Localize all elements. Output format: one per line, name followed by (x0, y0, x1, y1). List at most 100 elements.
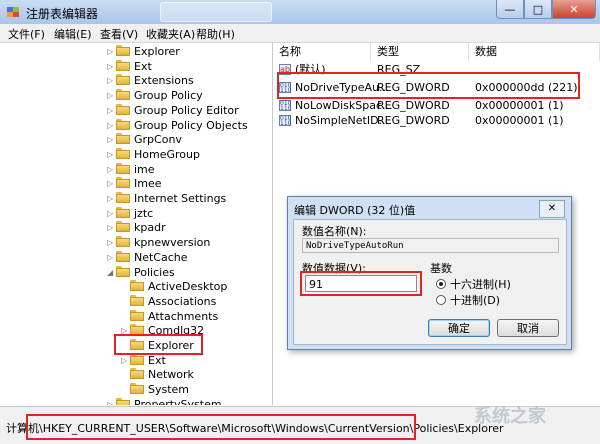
folder-icon (130, 324, 144, 336)
folder-icon (130, 339, 144, 350)
tree-item-label: GrpConv (134, 133, 182, 147)
tree-item-label: kpnewversion (134, 236, 211, 250)
tree-item[interactable]: System (121, 382, 189, 397)
tree-item-label: ActiveDesktop (148, 280, 228, 294)
dialog-body: 数值名称(N): NoDriveTypeAutoRun 数值数据(V): 91 … (293, 219, 567, 345)
tree-expander-icon[interactable]: ▷ (107, 44, 116, 59)
tree-item[interactable]: Associations (121, 294, 216, 309)
tree-item[interactable]: ▷ Internet Settings (107, 191, 226, 206)
folder-icon (130, 294, 144, 306)
tree-item[interactable]: ▷ kpnewversion (107, 235, 210, 250)
tree-item[interactable]: ▷ Ext (121, 353, 166, 368)
tree-item[interactable]: ▷ Comdlg32 (121, 323, 204, 338)
registry-tree[interactable]: ▷ Explorer ▷ Ext ▷ Extensions ▷ Group Policy ▷ Gr… (0, 43, 273, 405)
tree-expander-icon[interactable]: ▷ (107, 118, 116, 133)
value-data-label: 数值数据(V): (302, 262, 366, 275)
menu-favorites[interactable]: 收藏夹(A) (146, 26, 195, 42)
ok-button[interactable]: 确定 (428, 319, 490, 337)
tree-expander-icon[interactable]: ▷ (107, 73, 116, 88)
dialog-close-button[interactable]: ✕ (539, 200, 565, 218)
tree-expander-icon[interactable]: ▷ (107, 206, 116, 221)
menu-help[interactable]: 帮助(H) (196, 26, 235, 42)
tree-item[interactable]: Network (121, 367, 194, 382)
column-data[interactable]: 数据 (469, 43, 600, 61)
tree-item[interactable]: ▷ GrpConv (107, 132, 182, 147)
tree-item[interactable]: ▷ PropertySystem (107, 397, 222, 405)
title-bar: 注册表编辑器 — □ ✕ (0, 0, 600, 25)
value-name-field: NoDriveTypeAutoRun (302, 238, 559, 253)
tree-item[interactable]: ▷ Group Policy Objects (107, 118, 248, 133)
tree-item[interactable]: ▷ HomeGroup (107, 147, 200, 162)
tree-expander-icon[interactable]: ◢ (107, 265, 116, 280)
maximize-button[interactable]: □ (524, 0, 552, 19)
tree-expander-icon[interactable]: ▷ (107, 397, 116, 405)
folder-icon (116, 45, 130, 56)
cancel-button[interactable]: 取消 (497, 319, 559, 337)
tree-item-label: Explorer (148, 339, 194, 352)
folder-icon (130, 309, 144, 321)
close-button[interactable]: ✕ (552, 0, 596, 19)
tree-expander-icon[interactable]: ▷ (107, 59, 116, 74)
value-name-label: 数值名称(N): (302, 225, 367, 238)
tree-expander-icon[interactable]: ▷ (107, 220, 116, 235)
menu-edit[interactable]: 编辑(E) (54, 26, 92, 42)
tree-item-label: NetCache (134, 250, 188, 264)
value-row[interactable]: 010 110 NoLowDiskSpac... REG_DWORD 0x0000… (273, 98, 600, 113)
tree-item[interactable]: ▷ kpadr (107, 220, 166, 235)
tree-item[interactable]: ▷ Ext (107, 59, 152, 74)
tree-expander-icon[interactable]: ▷ (121, 353, 130, 368)
value-row[interactable]: ab (默认) REG_SZ (273, 62, 600, 77)
tree-item[interactable]: ▷ Group Policy Editor (107, 103, 239, 118)
tree-expander-icon[interactable]: ▷ (107, 103, 116, 118)
background-window-tab (160, 2, 272, 22)
tree-expander-icon[interactable]: ▷ (107, 191, 116, 206)
tree-item-label: Group Policy (134, 89, 203, 103)
folder-icon (130, 383, 144, 395)
tree-item[interactable]: Attachments (121, 309, 218, 324)
dword-value-icon: 010 110 (279, 100, 292, 112)
radio-hex[interactable] (436, 279, 446, 289)
folder-icon (130, 353, 144, 365)
column-name[interactable]: 名称 (273, 43, 371, 61)
string-value-icon: ab (279, 64, 291, 75)
tree-item[interactable]: Explorer (121, 338, 194, 353)
tree-item-label: Explorer (134, 45, 180, 58)
tree-item-label: Policies (134, 265, 175, 279)
value-data-input[interactable]: 91 (305, 275, 417, 292)
value-row[interactable]: 010 110 NoDriveTypeAu... REG_DWORD 0x0000… (273, 80, 600, 95)
tree-item[interactable]: ▷ Extensions (107, 73, 194, 88)
tree-item-label: Internet Settings (134, 192, 227, 205)
tree-item[interactable]: ▷ Imee (107, 176, 162, 191)
tree-item[interactable]: ▷ NetCache (107, 250, 188, 265)
tree-expander-icon[interactable]: ▷ (107, 88, 116, 103)
folder-icon (116, 177, 130, 189)
tree-expander-icon[interactable]: ▷ (107, 176, 116, 191)
radio-hex-label[interactable]: 十六进制(H) (450, 276, 511, 292)
tree-expander-icon[interactable]: ▷ (121, 323, 130, 338)
tree-item-label: Group Policy Objects (134, 118, 248, 132)
folder-icon (116, 74, 130, 86)
tree-item-label: HomeGroup (134, 147, 200, 161)
tree-item[interactable]: ▷ Group Policy (107, 88, 203, 103)
tree-item[interactable]: ▷ jztc (107, 206, 153, 221)
tree-item[interactable]: ActiveDesktop (121, 279, 227, 294)
tree-expander-icon[interactable]: ▷ (107, 235, 116, 250)
radio-dec[interactable] (436, 295, 446, 305)
tree-item[interactable]: ▷ Explorer (107, 44, 180, 59)
column-type[interactable]: 类型 (371, 43, 469, 61)
tree-item-label: Extensions (134, 74, 194, 88)
menu-file[interactable]: 文件(F) (8, 26, 45, 42)
radio-dec-label[interactable]: 十进制(D) (450, 292, 500, 308)
tree-expander-icon[interactable]: ▷ (107, 250, 116, 265)
minimize-button[interactable]: — (496, 0, 524, 19)
menu-view[interactable]: 查看(V) (100, 26, 138, 42)
value-row[interactable]: 010 110 NoSimpleNetID... REG_DWORD 0x0000… (273, 113, 600, 128)
tree-expander-icon[interactable]: ▷ (107, 162, 116, 177)
folder-icon (116, 118, 130, 130)
tree-expander-icon[interactable]: ▷ (107, 132, 116, 147)
tree-item-label: Comdlg32 (148, 324, 205, 338)
tree-item[interactable]: ▷ ime (107, 162, 155, 177)
folder-icon (116, 265, 130, 277)
tree-expander-icon[interactable]: ▷ (107, 147, 116, 162)
tree-item[interactable]: ◢ Policies (107, 265, 175, 280)
